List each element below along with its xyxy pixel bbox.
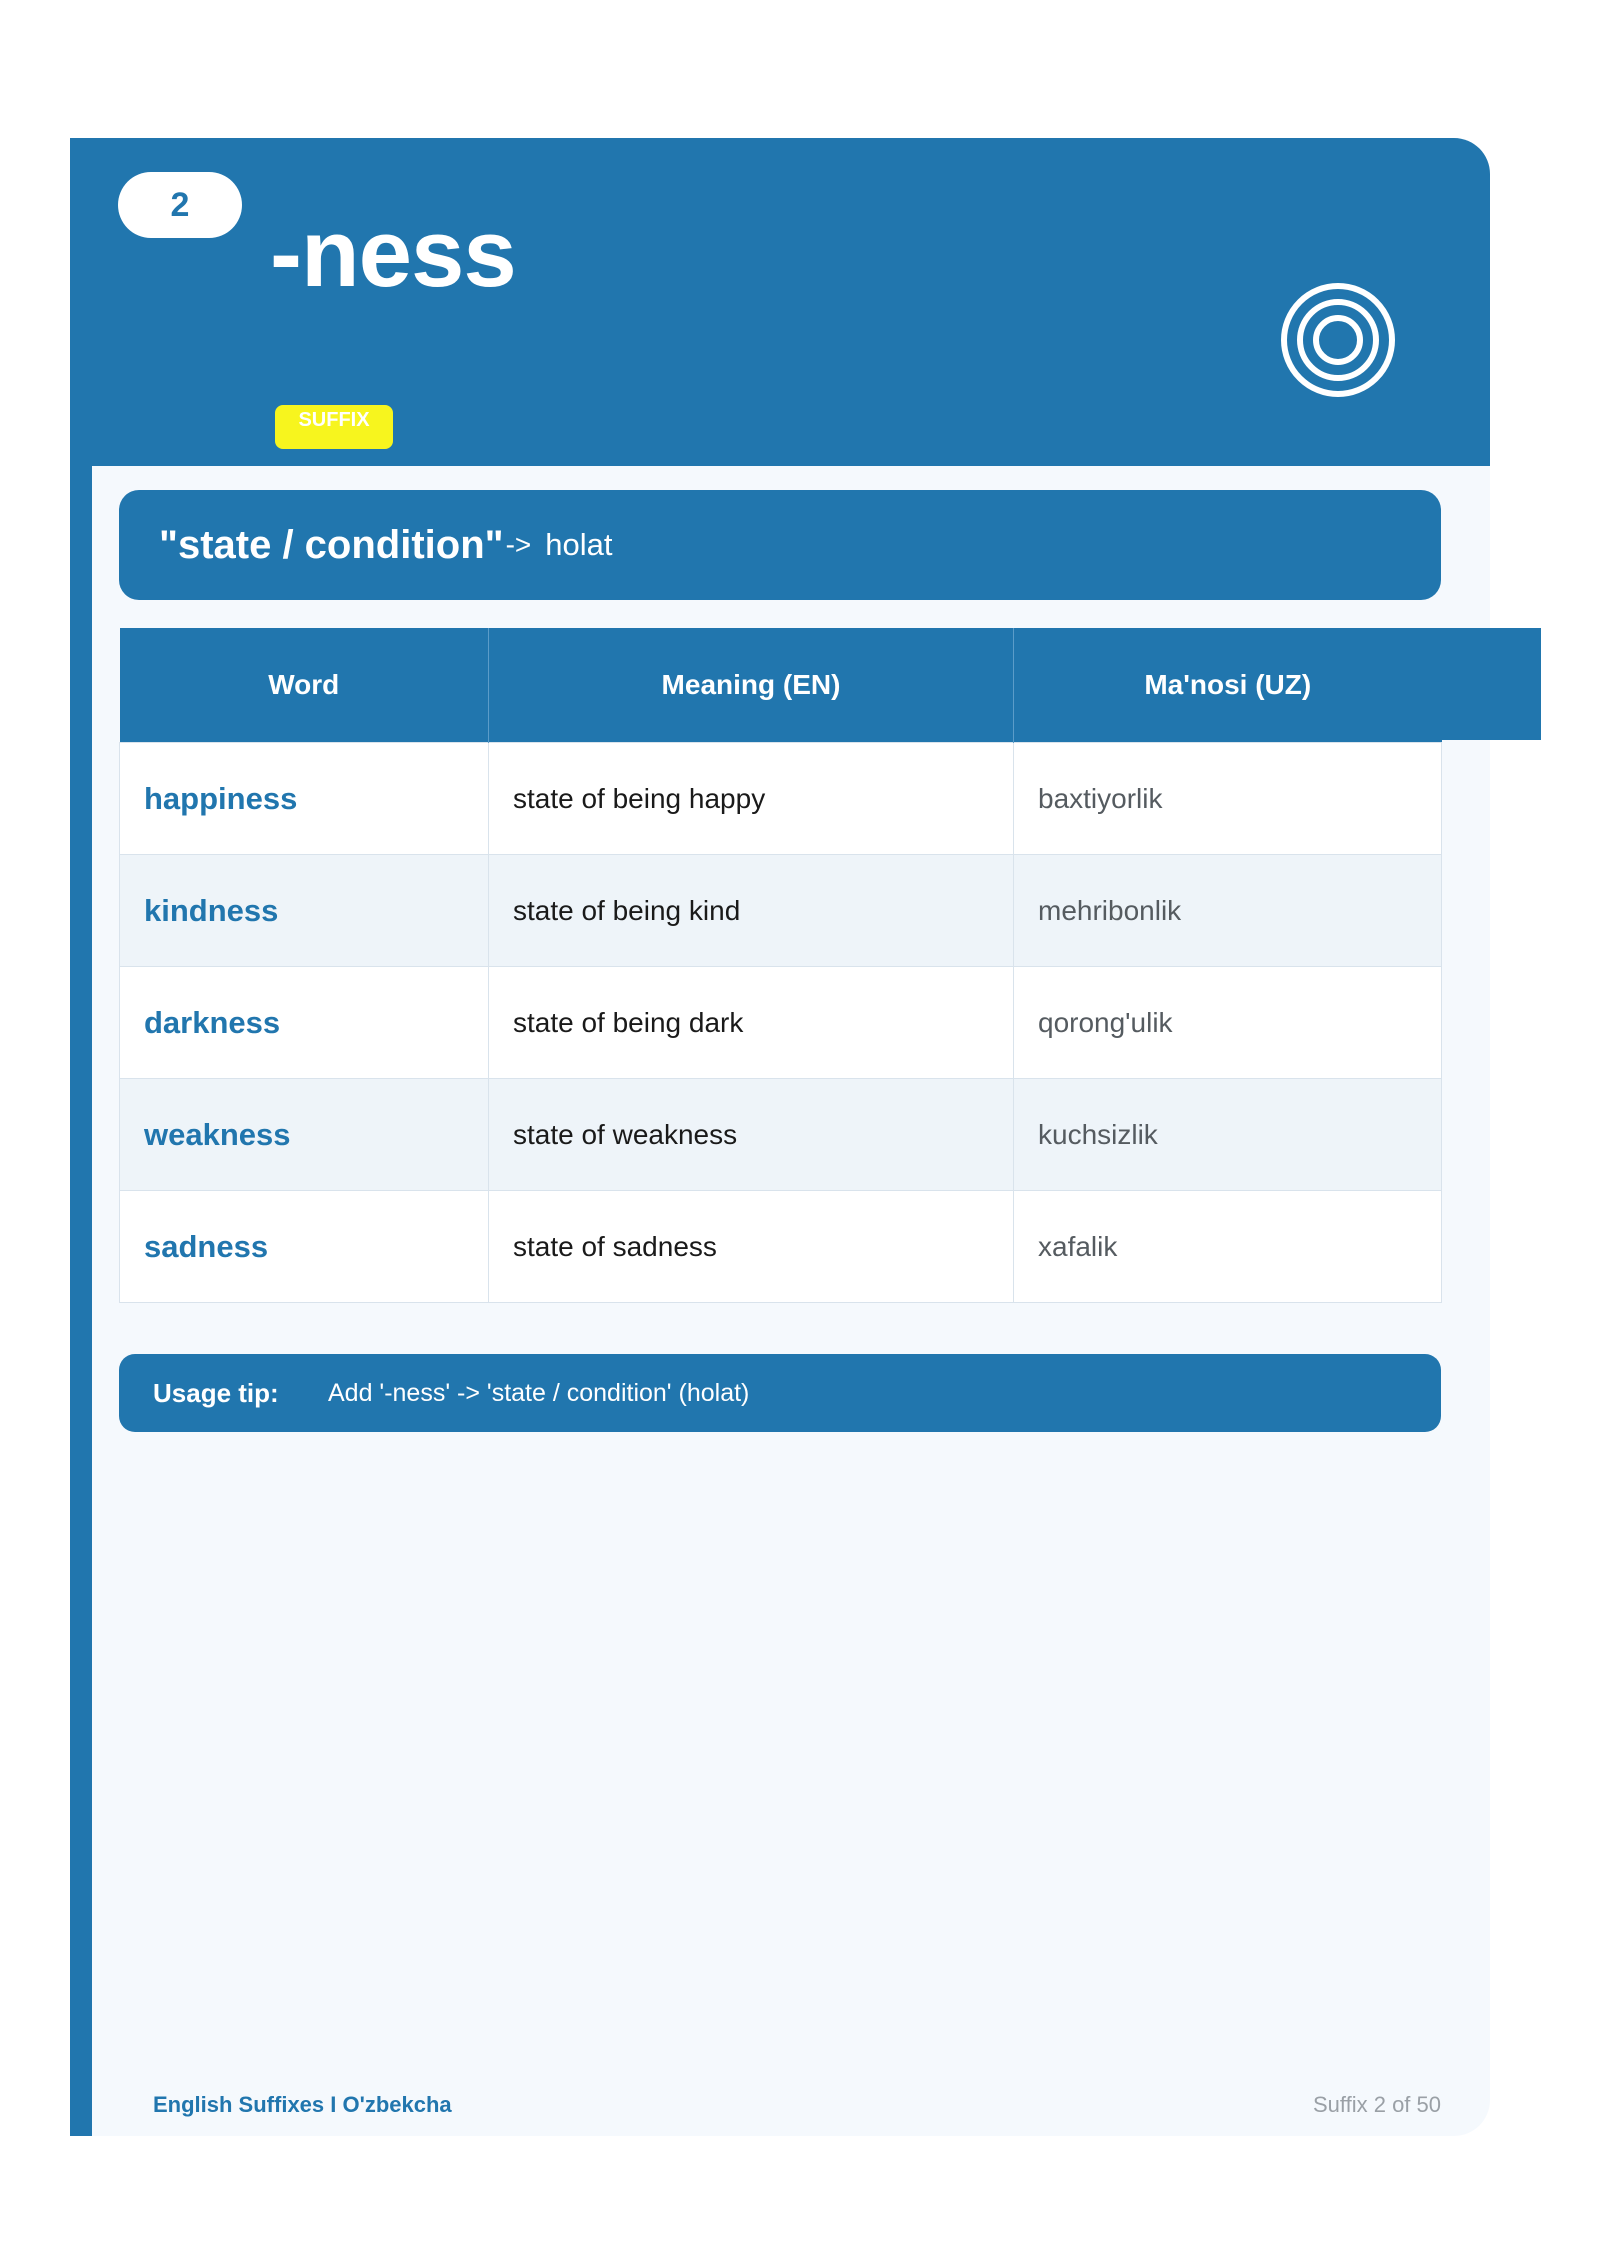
suffix-title: -ness: [270, 200, 517, 307]
usage-tip-text: Add '-ness' -> 'state / condition' (hola…: [328, 1378, 750, 1407]
table-row: happiness state of being happy baxtiyorl…: [119, 742, 1442, 855]
usage-tip-banner: Usage tip: Add '-ness' -> 'state / condi…: [119, 1354, 1441, 1432]
meaning-en-cell: state of sadness: [488, 1190, 1014, 1303]
usage-tip-label: Usage tip:: [153, 1377, 279, 1408]
meaning-banner: "state / condition" -> holat: [119, 490, 1441, 600]
meaning-english: "state / condition": [159, 522, 504, 567]
word-cell: weakness: [119, 1078, 489, 1191]
column-header-meaning-uz: Ma'nosi (UZ): [1013, 628, 1442, 743]
meaning-en-cell: state of being happy: [488, 742, 1014, 855]
meaning-en-cell: state of weakness: [488, 1078, 1014, 1191]
table-row: kindness state of being kind mehribonlik: [119, 854, 1442, 967]
meaning-uz-cell: kuchsizlik: [1013, 1078, 1442, 1191]
table-row: weakness state of weakness kuchsizlik: [119, 1078, 1442, 1191]
table-header-extension: [1441, 628, 1541, 740]
meaning-uz-cell: xafalik: [1013, 1190, 1442, 1303]
meaning-uz-cell: baxtiyorlik: [1013, 742, 1442, 855]
meaning-uzbek: holat: [545, 527, 613, 562]
column-header-meaning-en: Meaning (EN): [488, 628, 1014, 743]
meaning-en-cell: state of being dark: [488, 966, 1014, 1079]
meaning-arrow: ->: [505, 529, 532, 560]
meaning-uz-cell: qorong'ulik: [1013, 966, 1442, 1079]
footer-title: English Suffixes I O'zbekcha: [153, 2092, 452, 2117]
meaning-en-cell: state of being kind: [488, 854, 1014, 967]
table-row: darkness state of being dark qorong'ulik: [119, 966, 1442, 1079]
table-row: sadness state of sadness xafalik: [119, 1190, 1442, 1303]
word-cell: sadness: [119, 1190, 489, 1303]
suffix-number-badge: 2: [118, 172, 242, 238]
word-cell: kindness: [119, 854, 489, 967]
word-cell: happiness: [119, 742, 489, 855]
table-header-row: Word Meaning (EN) Ma'nosi (UZ): [119, 628, 1442, 743]
left-accent-bar: [70, 138, 92, 2136]
vocabulary-table: Word Meaning (EN) Ma'nosi (UZ) happiness…: [119, 628, 1442, 1303]
suffix-type-badge: SUFFIX: [275, 405, 393, 449]
meaning-uz-cell: mehribonlik: [1013, 854, 1442, 967]
target-icon: [1281, 283, 1395, 397]
word-cell: darkness: [119, 966, 489, 1079]
page-counter: Suffix 2 of 50: [1312, 2092, 1441, 2117]
column-header-word: Word: [119, 628, 489, 743]
